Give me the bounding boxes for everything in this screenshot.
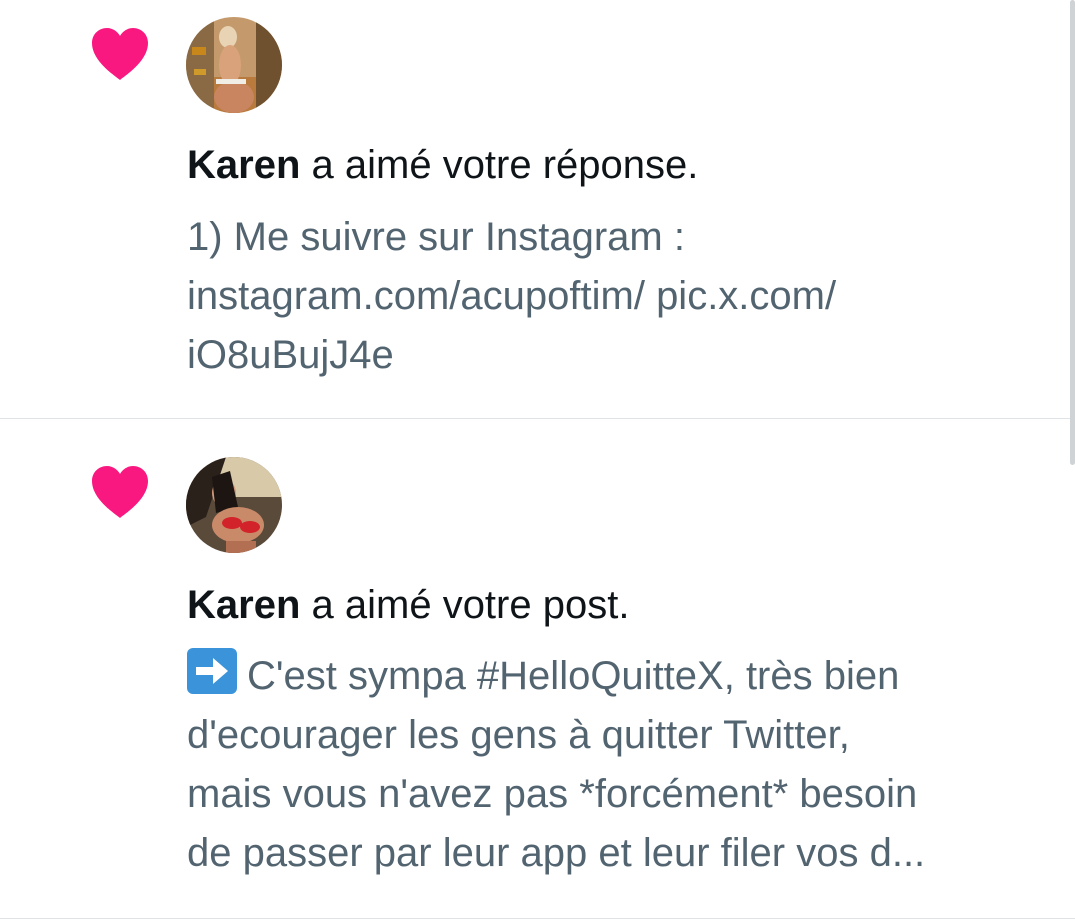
post-snippet-text: C'est sympa #HelloQuitteX, très bien d'e… xyxy=(187,654,926,875)
avatar[interactable] xyxy=(186,17,282,113)
heart-icon xyxy=(92,466,148,518)
action-text: a aimé votre réponse. xyxy=(311,143,699,187)
notification-headline: Karen a aimé votre post. xyxy=(187,581,629,629)
heart-icon xyxy=(92,28,148,80)
user-name-link[interactable]: Karen xyxy=(187,583,300,627)
notification-headline: Karen a aimé votre réponse. xyxy=(187,141,698,189)
post-snippet: C'est sympa #HelloQuitteX, très bien d'e… xyxy=(187,647,1047,883)
right-arrow-emoji-icon xyxy=(187,648,237,694)
scrollbar[interactable] xyxy=(1070,0,1075,465)
action-text: a aimé votre post. xyxy=(311,583,630,627)
post-snippet: 1) Me suivre sur Instagram : instagram.c… xyxy=(187,215,837,377)
notification-like-reply[interactable]: Karen a aimé votre réponse. 1) Me suivre… xyxy=(0,0,1075,419)
avatar[interactable] xyxy=(186,457,282,553)
user-name-link[interactable]: Karen xyxy=(187,143,300,187)
notification-like-post[interactable]: Karen a aimé votre post. C'est sympa #He… xyxy=(0,419,1075,919)
